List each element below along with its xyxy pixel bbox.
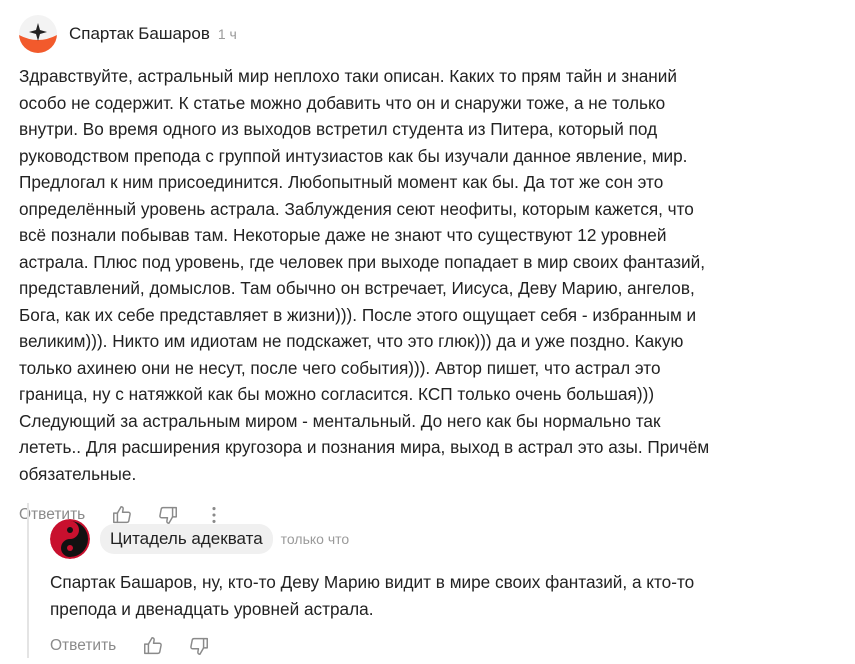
comment-author[interactable]: Спартак Башаров xyxy=(69,24,210,44)
avatar[interactable] xyxy=(19,15,57,53)
reply-thread: Цитадель адеквата только что Спартак Баш… xyxy=(27,503,850,658)
reply-time: только что xyxy=(280,531,350,547)
comment-header: Спартак Башаров 1 ч xyxy=(19,10,839,58)
comment-time: 1 ч xyxy=(217,26,237,42)
reply-actions: Ответить xyxy=(50,628,850,664)
comment-text: Здравствуйте, астральный мир неплохо так… xyxy=(19,66,710,484)
comment: Спартак Башаров 1 ч Здравствуйте, астрал… xyxy=(19,10,839,533)
thumbs-up-icon[interactable] xyxy=(142,635,164,657)
reply-button[interactable]: Ответить xyxy=(50,637,116,655)
reply-text: Спартак Башаров, ну, кто-то Деву Марию в… xyxy=(50,572,695,619)
thumbs-down-icon[interactable] xyxy=(188,635,210,657)
reply-avatar[interactable] xyxy=(50,519,90,559)
reply-author[interactable]: Цитадель адеквата xyxy=(100,524,273,554)
reply-header: Цитадель адеквата только что xyxy=(50,517,850,561)
